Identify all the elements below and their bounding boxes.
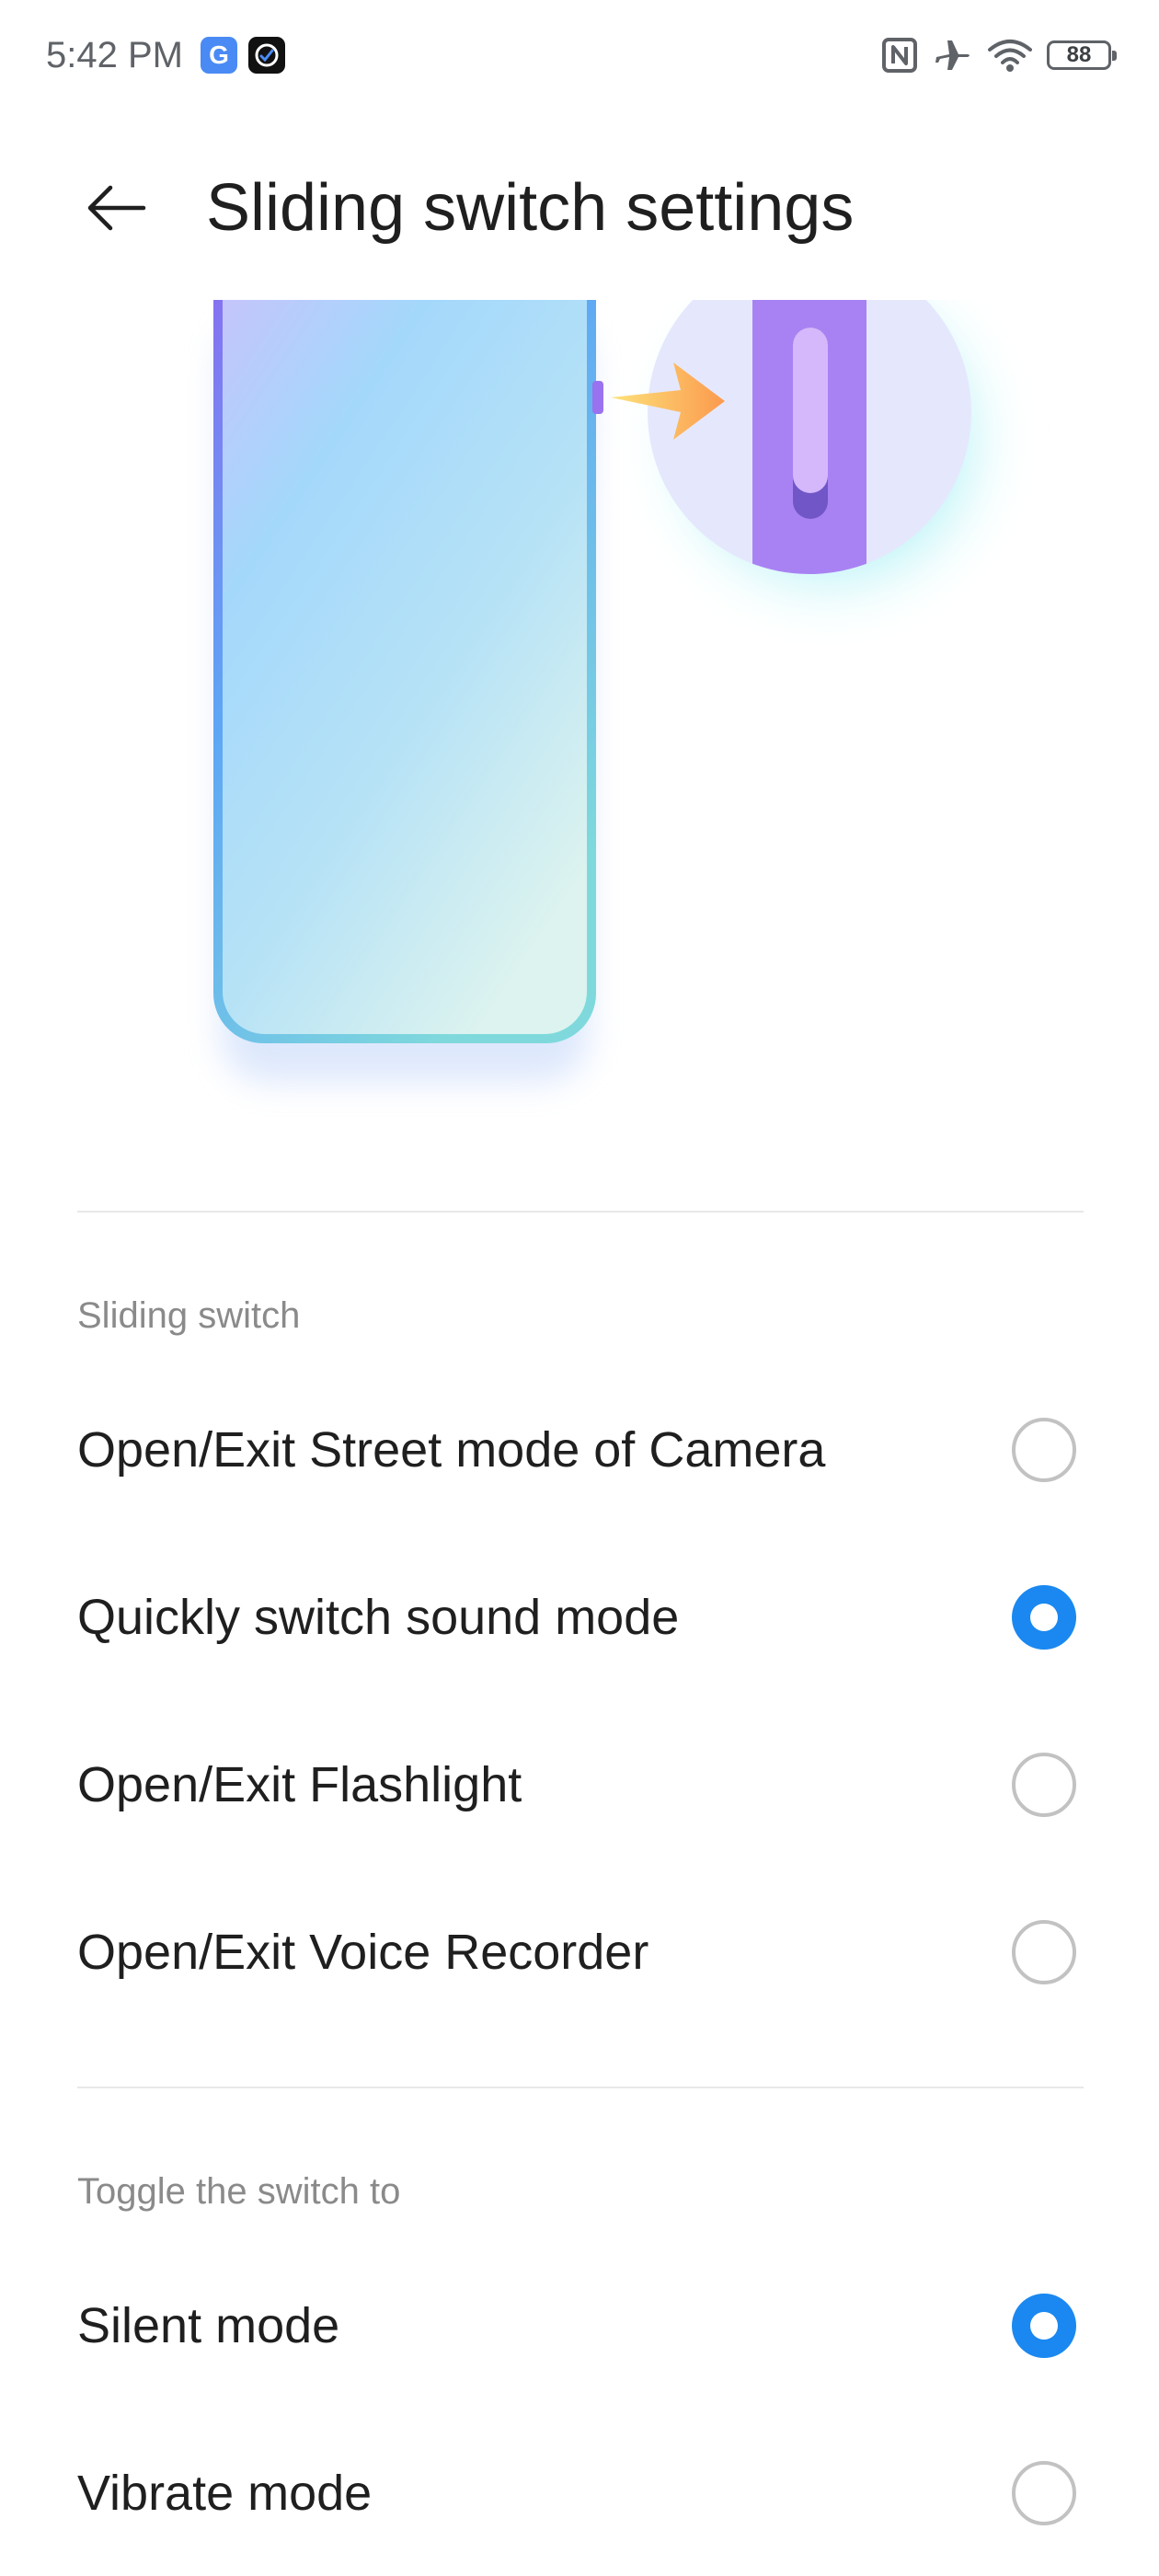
radio-button-checked[interactable] (1012, 1585, 1076, 1650)
sliding-switch-illustration (0, 300, 1159, 1128)
section-header-toggle-switch: Toggle the switch to (77, 2171, 401, 2212)
wifi-icon (988, 37, 1032, 74)
radio-button[interactable] (1012, 1920, 1076, 1984)
option-label: Open/Exit Street mode of Camera (77, 1422, 826, 1478)
status-bar: 5:42 PM G 88 (0, 0, 1159, 110)
nfc-icon (881, 37, 918, 74)
option-label: Silent mode (77, 2298, 340, 2353)
status-time: 5:42 PM (46, 35, 183, 75)
battery-level: 88 (1066, 42, 1092, 67)
battery-icon: 88 (1047, 40, 1117, 70)
option-label: Vibrate mode (77, 2466, 373, 2521)
option-switch-sound-mode[interactable]: Quickly switch sound mode (0, 1535, 1159, 1700)
notification-app-icon (248, 37, 285, 74)
option-silent-mode[interactable]: Silent mode (0, 2243, 1159, 2409)
option-street-mode-camera[interactable]: Open/Exit Street mode of Camera (0, 1367, 1159, 1533)
airplane-mode-icon (933, 35, 973, 75)
option-flashlight[interactable]: Open/Exit Flashlight (0, 1702, 1159, 1868)
option-vibrate-mode[interactable]: Vibrate mode (0, 2410, 1159, 2576)
status-icons: 88 (881, 33, 1117, 77)
option-label: Quickly switch sound mode (77, 1590, 680, 1645)
back-arrow-icon (87, 185, 146, 231)
back-button[interactable] (74, 166, 158, 250)
divider (77, 2087, 1084, 2088)
page-title: Sliding switch settings (206, 171, 855, 245)
google-app-icon: G (201, 37, 237, 74)
option-label: Open/Exit Flashlight (77, 1757, 522, 1812)
radio-button[interactable] (1012, 2461, 1076, 2525)
section-header-sliding-switch: Sliding switch (77, 1295, 301, 1336)
option-label: Open/Exit Voice Recorder (77, 1925, 649, 1980)
option-voice-recorder[interactable]: Open/Exit Voice Recorder (0, 1869, 1159, 2035)
radio-button[interactable] (1012, 1753, 1076, 1817)
radio-button[interactable] (1012, 1418, 1076, 1482)
divider (77, 1211, 1084, 1213)
radio-button-checked[interactable] (1012, 2294, 1076, 2358)
